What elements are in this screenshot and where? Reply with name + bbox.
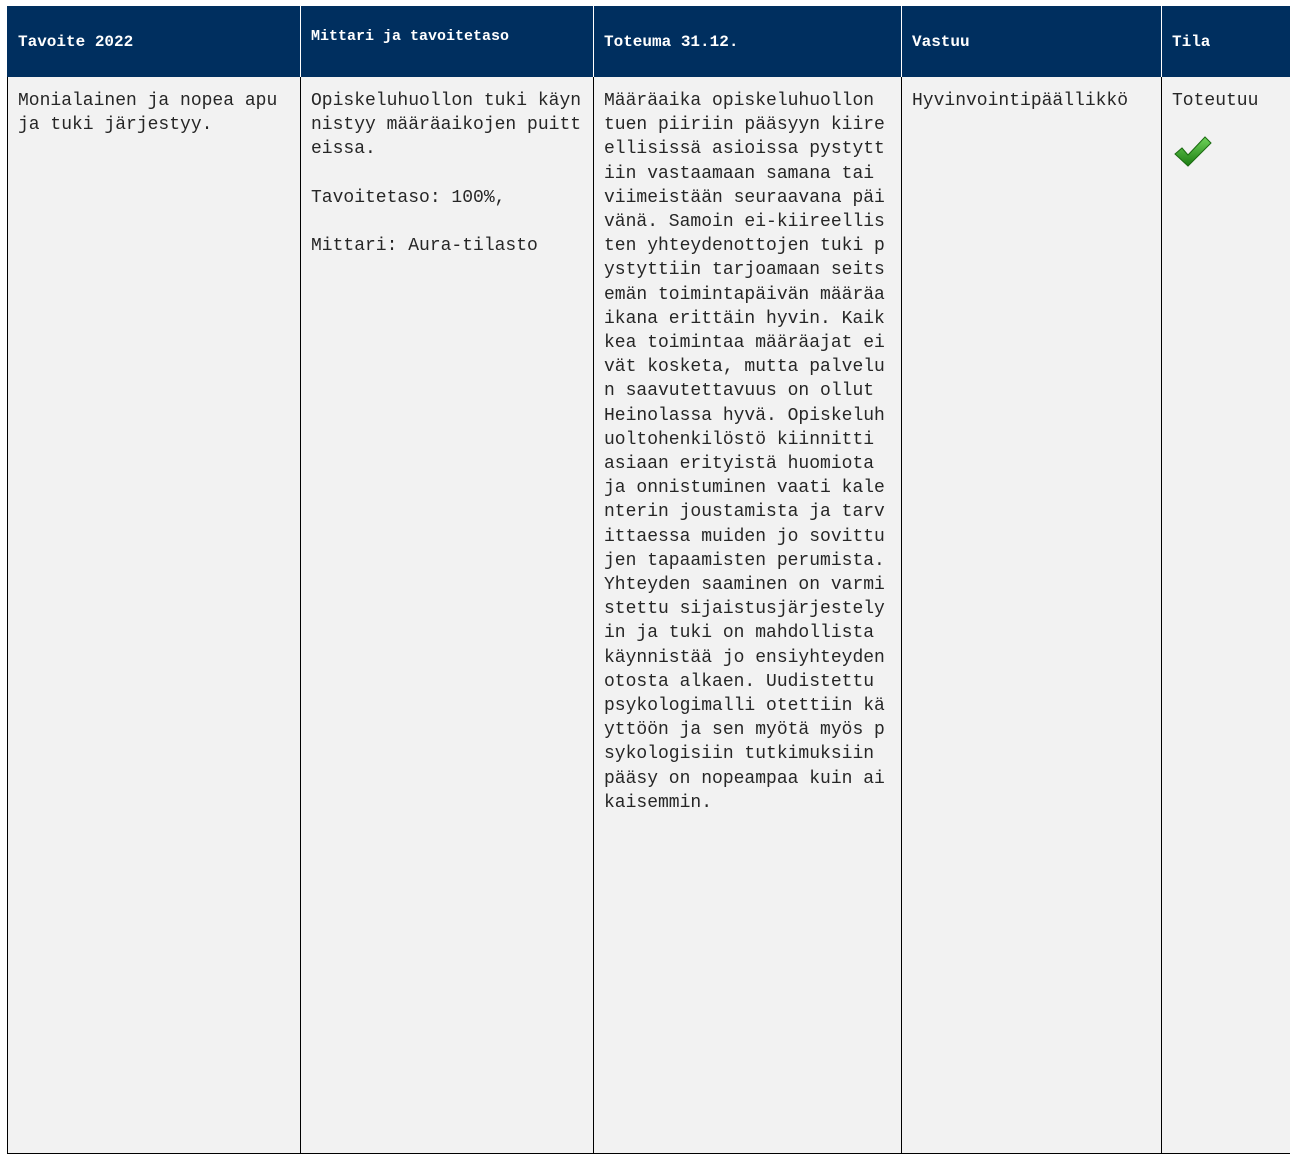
header-outcome: Toteuma 31.12.: [594, 6, 902, 77]
header-goal: Tavoite 2022: [8, 6, 301, 77]
responsible-cell: Hyvinvointipäällikkö: [902, 77, 1162, 1154]
header-metric: Mittari ja tavoitetaso: [301, 6, 594, 77]
metric-source: Mittari: Aura-tilasto: [311, 234, 583, 258]
table-header: Tavoite 2022 Mittari ja tavoitetaso Tote…: [8, 6, 1290, 77]
responsible-text: Hyvinvointipäällikkö: [912, 89, 1151, 113]
target-level: Tavoitetaso: 100%,: [311, 186, 583, 210]
outcome-cell: Määräaika opiskeluhuollon tuen piiriin p…: [594, 77, 902, 1154]
goal-cell: Monialainen ja nopea apu ja tuki järjest…: [8, 77, 301, 1154]
spacer: [311, 210, 583, 234]
spacer: [311, 162, 583, 186]
goal-text: Monialainen ja nopea apu ja tuki järjest…: [18, 89, 290, 137]
goals-table: Tavoite 2022 Mittari ja tavoitetaso Tote…: [7, 6, 1290, 1154]
outcome-text: Määräaika opiskeluhuollon tuen piiriin p…: [604, 89, 891, 815]
table-row: Monialainen ja nopea apu ja tuki järjest…: [8, 77, 1290, 1154]
metric-cell: Opiskeluhuollon tuki käynnistyy määräaik…: [301, 77, 594, 1154]
header-row: Tavoite 2022 Mittari ja tavoitetaso Tote…: [8, 6, 1290, 77]
metric-description: Opiskeluhuollon tuki käynnistyy määräaik…: [311, 89, 583, 162]
status-text: Toteutuu: [1172, 89, 1280, 113]
header-responsible: Vastuu: [902, 6, 1162, 77]
status-cell: Toteutuu: [1162, 77, 1290, 1154]
green-check-icon: [1172, 132, 1213, 173]
header-status: Tila: [1162, 6, 1290, 77]
header-metric-label: Mittari ja tavoitetaso: [311, 28, 509, 45]
